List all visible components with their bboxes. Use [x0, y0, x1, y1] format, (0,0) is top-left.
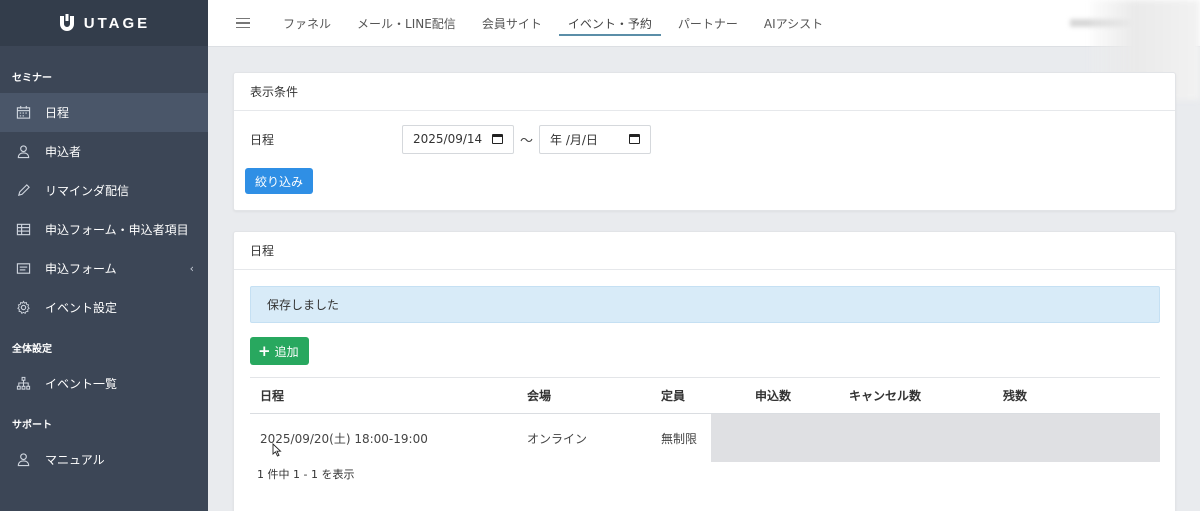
sidebar-item-label: 日程 — [45, 106, 70, 120]
sidebar-item-label: イベント一覧 — [45, 377, 118, 391]
date-from-input[interactable]: 2025/09/14 — [402, 124, 514, 154]
col-header-cancellations[interactable]: キャンセル数 — [849, 387, 1003, 404]
calendar-icon — [15, 105, 31, 121]
col-header-remaining[interactable]: 残数 — [1003, 387, 1160, 404]
table-icon — [15, 222, 31, 238]
form-icon — [15, 261, 31, 277]
user-icon — [15, 144, 31, 160]
hamburger-menu-icon[interactable] — [236, 15, 250, 32]
sidebar: UTAGE セミナー 日程 申込者 リマインダ配信 申込フォーム・申込者項目 申… — [0, 0, 208, 511]
col-header-capacity[interactable]: 定員 — [661, 387, 755, 404]
date-filter-row: 日程 2025/09/14 〜 年 /月/日 — [234, 124, 1175, 154]
filter-card: 表示条件 日程 2025/09/14 〜 年 /月/日 絞り込み — [233, 72, 1176, 211]
sidebar-item-label: 申込フォーム — [45, 262, 117, 276]
sidebar-item-label: 申込フォーム・申込者項目 — [45, 223, 189, 237]
filter-submit-button[interactable]: 絞り込み — [245, 168, 314, 194]
sidebar-item-form-fields[interactable]: 申込フォーム・申込者項目 — [0, 210, 208, 249]
brand[interactable]: UTAGE — [0, 0, 208, 46]
plus-icon: + — [258, 341, 271, 360]
cell-date[interactable]: 2025/09/20(土) 18:00-19:00 — [250, 430, 527, 447]
top-nav: ファネル メール・LINE配信 会員サイト イベント・予約 パートナー AIアシ… — [270, 0, 836, 47]
topnav-ai-assist[interactable]: AIアシスト — [751, 0, 836, 47]
schedule-table: 日程 会場 定員 申込数 キャンセル数 残数 2025/09/20(土) 18:… — [250, 377, 1160, 462]
sidebar-item-schedule[interactable]: 日程 — [0, 93, 208, 132]
pencil-icon — [15, 183, 31, 199]
sitemap-icon — [15, 376, 31, 392]
sidebar-section-seminar: セミナー — [12, 72, 52, 84]
date-from-value: 2025/09/14 — [413, 132, 483, 146]
topnav-event-booking[interactable]: イベント・予約 — [555, 0, 665, 47]
table-header: 日程 会場 定員 申込数 キャンセル数 残数 — [250, 377, 1160, 414]
topnav-funnel[interactable]: ファネル — [270, 0, 344, 47]
sidebar-item-label: 申込者 — [45, 145, 82, 159]
sidebar-item-label: イベント設定 — [45, 301, 118, 315]
success-alert: 保存しました — [250, 286, 1160, 323]
calendar-picker-icon[interactable] — [492, 134, 503, 144]
calendar-picker-icon[interactable] — [629, 134, 641, 144]
topnav-partner[interactable]: パートナー — [665, 0, 751, 47]
sidebar-item-manual[interactable]: マニュアル — [0, 440, 208, 479]
mouse-cursor-icon — [272, 443, 282, 457]
add-schedule-button[interactable]: + 追加 — [250, 337, 309, 365]
date-range-separator: 〜 — [520, 133, 534, 149]
sidebar-item-event-list[interactable]: イベント一覧 — [0, 364, 208, 403]
col-header-date[interactable]: 日程 — [250, 387, 527, 404]
sidebar-item-forms[interactable]: 申込フォーム ‹ — [0, 249, 208, 288]
table-row[interactable]: 2025/09/20(土) 18:00-19:00 オンライン 無制限 — [250, 414, 1160, 462]
col-header-applications[interactable]: 申込数 — [755, 387, 849, 404]
brand-name: UTAGE — [83, 14, 151, 32]
schedule-card: 日程 保存しました + 追加 日程 会場 定員 申込数 キャンセル数 残数 20… — [233, 231, 1176, 511]
date-filter-label: 日程 — [250, 132, 275, 147]
date-to-placeholder: 年 /月/日 — [550, 132, 598, 147]
sidebar-item-reminder[interactable]: リマインダ配信 — [0, 171, 208, 210]
cell-venue: オンライン — [527, 431, 588, 446]
row-loading-placeholder — [711, 414, 1160, 462]
date-to-input[interactable]: 年 /月/日 — [539, 124, 652, 154]
sidebar-item-event-settings[interactable]: イベント設定 — [0, 288, 208, 327]
sidebar-section-support: サポート — [12, 419, 52, 431]
utage-logo-icon — [59, 14, 74, 31]
sidebar-section-global-settings: 全体設定 — [12, 343, 52, 355]
topnav-mail-line[interactable]: メール・LINE配信 — [344, 0, 469, 47]
sidebar-item-label: リマインダ配信 — [45, 184, 130, 198]
sidebar-item-label: マニュアル — [45, 453, 105, 467]
top-navbar: ファネル メール・LINE配信 会員サイト イベント・予約 パートナー AIアシ… — [208, 0, 1200, 47]
user-icon — [15, 452, 31, 468]
pagination-summary: 1 件中 1 - 1 を表示 — [257, 468, 355, 481]
col-header-venue[interactable]: 会場 — [527, 387, 661, 404]
chevron-left-icon[interactable]: ‹ — [190, 262, 194, 275]
topnav-member-site[interactable]: 会員サイト — [469, 0, 555, 47]
filter-card-header: 表示条件 — [234, 73, 1175, 111]
schedule-card-header: 日程 — [234, 232, 1175, 270]
add-button-label: 追加 — [274, 344, 299, 359]
sidebar-item-applicants[interactable]: 申込者 — [0, 132, 208, 171]
gear-icon — [15, 300, 31, 316]
